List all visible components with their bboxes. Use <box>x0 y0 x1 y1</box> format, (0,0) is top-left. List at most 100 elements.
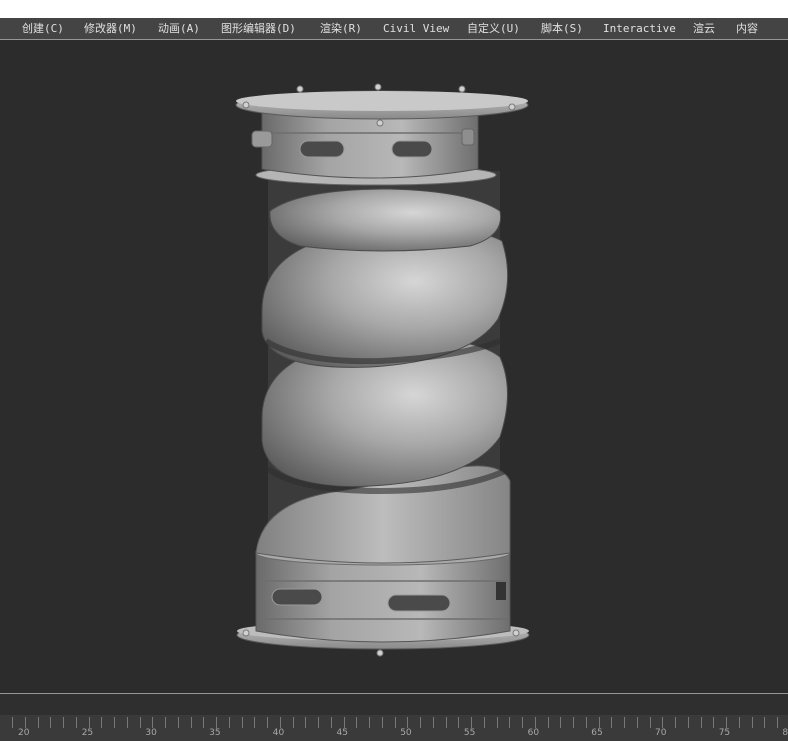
timeline-tick <box>611 717 613 728</box>
timeline-tick <box>662 717 664 728</box>
timeline-label: 20 <box>18 728 30 738</box>
timeline-tick <box>88 717 90 728</box>
timeline-label: 45 <box>336 728 348 738</box>
timeline-tick <box>24 717 26 728</box>
perspective-viewport[interactable] <box>0 41 788 693</box>
timeline-tick <box>75 717 77 728</box>
top-slot-left <box>299 140 345 158</box>
timeline-tick <box>203 717 205 728</box>
timeline-tick <box>318 717 319 728</box>
timeline-label: 8 <box>782 728 788 738</box>
menu-render-cloud[interactable]: 渲云 <box>693 22 715 35</box>
timeline-tick <box>598 717 600 728</box>
timeline-label: 70 <box>655 728 667 738</box>
menu-graph-editors[interactable]: 图形编辑器(D) <box>221 22 296 35</box>
timeline-tick <box>241 717 243 728</box>
menu-modifiers[interactable]: 修改器(M) <box>84 22 137 35</box>
timeline-label: 75 <box>718 728 731 738</box>
bottom-slot-center <box>387 594 451 612</box>
timeline-tick <box>369 717 370 728</box>
menu-civil-view[interactable]: Civil View <box>383 22 449 35</box>
timeline-tick <box>292 717 294 728</box>
timeline-tick <box>636 717 638 728</box>
timeline-tick <box>573 717 574 728</box>
menu-animation[interactable]: 动画(A) <box>158 22 200 35</box>
timeline-tick <box>675 717 676 728</box>
timeline-label: 55 <box>463 728 476 738</box>
timeline-tick <box>407 717 409 728</box>
top-housing <box>261 112 479 179</box>
timeline-tick <box>764 717 766 728</box>
timeline-tick <box>445 717 447 728</box>
timeline-tick <box>777 717 778 728</box>
timeline-tick <box>624 717 625 728</box>
viewport-bottom-bar <box>0 693 788 715</box>
timeline-tick <box>738 717 740 728</box>
top-side-knob-left <box>251 130 273 148</box>
menu-scripting[interactable]: 脚本(S) <box>541 22 583 35</box>
top-lid-surface <box>236 91 528 111</box>
timeline-tick <box>700 717 702 728</box>
timeline-tick <box>139 717 141 728</box>
timeline-tick <box>101 717 103 728</box>
timeline-tick <box>114 717 115 728</box>
timeline-tick <box>420 717 421 728</box>
top-side-knob-right <box>461 128 475 146</box>
timeline-tick <box>534 717 536 728</box>
timeline-tick <box>12 717 13 728</box>
timeline-tick <box>585 717 587 728</box>
timeline-tick <box>522 717 523 728</box>
timeline-tick <box>751 717 753 728</box>
viewport-canvas <box>235 83 530 657</box>
timeline-tick <box>177 717 179 728</box>
spiral-lobe-top <box>269 188 502 252</box>
timeline-label: 30 <box>145 728 157 738</box>
timeline-label: 25 <box>81 728 94 738</box>
timeline-tick <box>726 717 727 728</box>
timeline-tick <box>63 717 64 728</box>
timeline-label: 60 <box>527 728 540 738</box>
timeline-tick <box>547 717 549 728</box>
timeline-track[interactable]: 20 25 30 35 40 45 50 55 60 65 70 75 8 <box>0 715 788 741</box>
menu-bar: 创建(C) 修改器(M) 动画(A) 图形编辑器(D) 渲染(R) Civil … <box>0 18 788 40</box>
timeline-tick <box>471 717 472 728</box>
menu-create[interactable]: 创建(C) <box>22 22 64 35</box>
timeline-label: 50 <box>400 728 412 738</box>
timeline-label: 35 <box>209 728 221 738</box>
timeline-label: 65 <box>591 728 603 738</box>
timeline-tick <box>432 717 434 728</box>
menu-interactive[interactable]: Interactive <box>603 22 676 35</box>
timeline-tick <box>343 717 345 728</box>
timeline-tick <box>216 717 217 728</box>
timeline-tick <box>37 717 39 728</box>
top-slot-right <box>391 140 433 158</box>
timeline-tick <box>279 717 281 728</box>
timeline-tick <box>267 717 268 728</box>
menu-rendering[interactable]: 渲染(R) <box>320 22 362 35</box>
timeline-tick <box>649 717 651 728</box>
timeline-tick <box>509 717 511 728</box>
timeline-tick <box>496 717 498 728</box>
timeline-label: 40 <box>272 728 285 738</box>
menu-content[interactable]: 内容 <box>736 22 758 35</box>
timeline-tick <box>687 717 689 728</box>
timeline-tick <box>560 717 562 728</box>
timeline-tick <box>483 717 485 728</box>
timeline-ruler[interactable]: 20 25 30 35 40 45 50 55 60 65 70 75 8 <box>0 715 788 741</box>
timeline-tick <box>190 717 192 728</box>
timeline-tick <box>713 717 715 728</box>
menu-customize[interactable]: 自定义(U) <box>467 22 520 35</box>
title-strip <box>0 0 788 18</box>
bottom-connector <box>496 582 506 600</box>
timeline-tick <box>228 717 230 728</box>
timeline-tick <box>126 717 128 728</box>
timeline-tick <box>458 717 460 728</box>
timeline-tick <box>356 717 358 728</box>
timeline-tick <box>330 717 332 728</box>
timeline-tick <box>50 717 52 728</box>
timeline-tick <box>152 717 154 728</box>
bottom-slot-left <box>271 588 323 606</box>
column-model[interactable] <box>235 83 530 657</box>
timeline-tick <box>165 717 166 728</box>
timeline-tick <box>305 717 307 728</box>
